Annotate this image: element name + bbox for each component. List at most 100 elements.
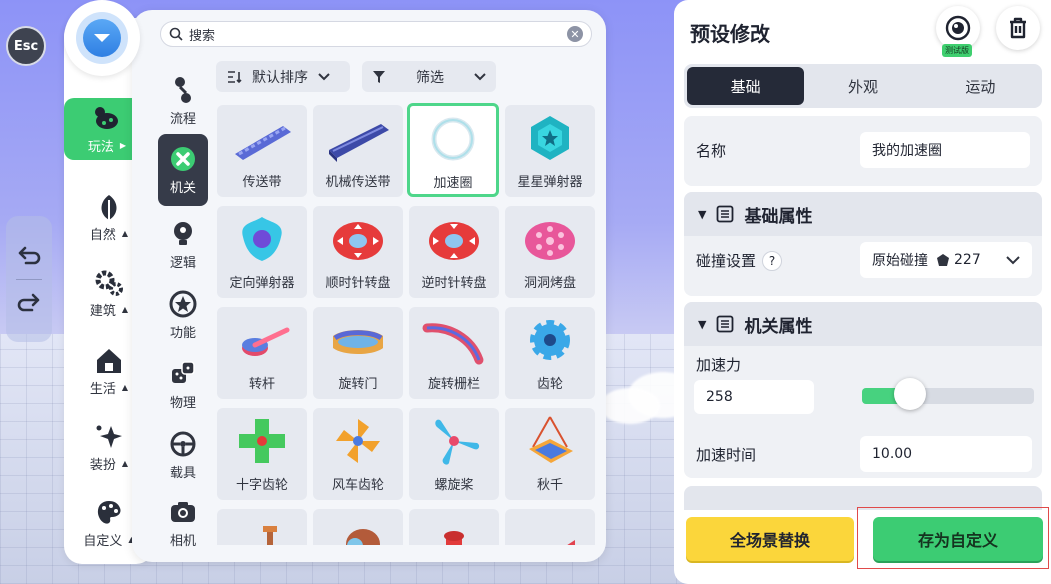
category-label: 装扮 [89, 457, 116, 473]
item-tile-revolving-door[interactable]: 旋转门 [313, 307, 403, 399]
hole-plate-icon [525, 222, 575, 260]
item-name: 秋千 [536, 478, 563, 493]
clear-search-icon[interactable]: ✕ [567, 26, 583, 42]
dice-icon [172, 361, 195, 383]
mechanism-section-header[interactable]: ▼ 机关属性 [684, 302, 1042, 346]
search-bar[interactable]: 搜索 ✕ [160, 21, 592, 47]
item-name: 机械传送带 [325, 175, 391, 190]
item-tile-swing[interactable]: 秋千 [505, 408, 595, 500]
collision-shape-icon [937, 254, 949, 266]
sort-icon [228, 70, 242, 83]
directional-launcher-icon [242, 217, 282, 261]
accel-input[interactable]: 258 [694, 380, 814, 414]
caret-up-icon: ▲ [121, 382, 129, 392]
delete-button[interactable] [996, 6, 1040, 50]
basic-section-header[interactable]: ▼ 基础属性 [684, 192, 1042, 236]
item-tile-star-launcher[interactable]: 星星弹射器 [505, 105, 595, 197]
filter-dropdown[interactable]: 筛选 [362, 61, 496, 92]
subcategory-label: 相机 [169, 534, 196, 549]
list-icon [717, 315, 734, 333]
accel-slider-knob[interactable] [894, 378, 927, 410]
caret-right-icon: ▶ [119, 140, 127, 150]
post-icon [263, 526, 277, 545]
section-title: 基础属性 [744, 206, 813, 227]
accel-slider[interactable] [862, 388, 1034, 404]
subcategory-function[interactable]: 功能 [158, 282, 208, 348]
tab-basic[interactable]: 基础 [687, 67, 805, 105]
caret-up-icon: ▲ [121, 304, 129, 314]
item-tile-hole-plate[interactable]: 洞洞烤盘 [505, 206, 595, 298]
item-tile-windmill-gear[interactable]: 风车齿轮 [313, 408, 403, 500]
sort-label: 默认排序 [252, 69, 308, 86]
item-tile-cross-gear[interactable]: 十字齿轮 [217, 408, 307, 500]
subcategory-label: 逻辑 [169, 256, 196, 271]
item-tile-gear[interactable]: 齿轮 [505, 307, 595, 399]
trash-icon [1010, 17, 1026, 39]
tab-motion[interactable]: 运动 [922, 67, 1039, 105]
flow-icon [175, 77, 191, 103]
help-icon[interactable]: ? [762, 250, 783, 271]
caret-down-icon: ▼ [698, 207, 707, 221]
esc-label: Esc [13, 38, 39, 54]
category-label: 建筑 [89, 303, 116, 319]
item-tile-ccw-turntable[interactable]: 逆时针转盘 [409, 206, 499, 298]
subcategory-logic[interactable]: 逻辑 [158, 212, 208, 278]
properties-scroll[interactable]: 名称 我的加速圈 ▼ 基础属性 碰撞设置 ? 原始碰撞 227 ▼ 机关属性 加… [684, 116, 1042, 510]
gear-icon [530, 320, 570, 360]
item-name: 加速圈 [433, 176, 473, 191]
save-custom-button[interactable]: 存为自定义 [873, 517, 1043, 561]
subcategory-label: 流程 [169, 112, 196, 127]
item-tile-partial[interactable] [217, 509, 307, 545]
search-icon [169, 27, 183, 41]
name-input[interactable]: 我的加速圈 [860, 132, 1030, 168]
replace-all-button[interactable]: 全场景替换 [686, 517, 854, 561]
subcategory-label: 物理 [169, 396, 196, 411]
item-tile-directional-launcher[interactable]: 定向弹射器 [217, 206, 307, 298]
undo-redo-panel [6, 216, 52, 342]
chevron-down-icon [1006, 255, 1020, 264]
item-tile-rotating-fence[interactable]: 旋转栅栏 [409, 307, 499, 399]
subcategory-mechanism[interactable]: 机关 [158, 134, 208, 206]
propeller-icon [435, 419, 480, 465]
tab-appearance[interactable]: 外观 [804, 67, 921, 105]
item-tile-conveyor[interactable]: 传送带 [217, 105, 307, 197]
search-input[interactable]: 搜索 [189, 25, 215, 44]
item-tile-partial[interactable] [313, 509, 403, 545]
sparkle-icon [96, 425, 122, 448]
item-name: 逆时针转盘 [421, 276, 487, 291]
item-tile-mech-conveyor[interactable]: 机械传送带 [313, 105, 403, 197]
item-name: 十字齿轮 [235, 478, 288, 493]
boost-ring-icon [431, 117, 475, 161]
collapse-button[interactable] [64, 0, 140, 76]
camera-icon [171, 502, 195, 522]
subcategory-vehicle[interactable]: 载具 [158, 422, 208, 488]
dino-icon [95, 106, 118, 129]
item-tile-rotating-bar[interactable]: 转杆 [217, 307, 307, 399]
item-tile-partial[interactable] [409, 509, 499, 545]
item-name: 顺时针转盘 [325, 276, 391, 291]
collision-select[interactable]: 原始碰撞 227 [860, 242, 1032, 278]
redo-icon[interactable] [16, 290, 42, 316]
accel-label: 加速力 [696, 356, 742, 374]
subcategory-flow[interactable]: 流程 [158, 68, 208, 134]
subcategory-camera[interactable]: 相机 [158, 490, 208, 556]
chevron-down-icon [318, 72, 330, 80]
sort-dropdown[interactable]: 默认排序 [216, 61, 350, 92]
windmill-gear-icon [336, 419, 380, 463]
item-name: 洞洞烤盘 [523, 276, 576, 291]
item-tile-cw-turntable[interactable]: 顺时针转盘 [313, 206, 403, 298]
item-tile-propeller[interactable]: 螺旋桨 [409, 408, 499, 500]
item-tile-boost-ring[interactable]: 加速圈 [407, 103, 499, 197]
item-tile-partial[interactable] [505, 509, 595, 545]
warning-sign-icon [567, 540, 575, 545]
cloud [600, 388, 660, 424]
name-label: 名称 [696, 142, 727, 160]
subcategory-label: 载具 [169, 466, 196, 481]
undo-icon[interactable] [16, 243, 42, 269]
subcategory-physics[interactable]: 物理 [158, 352, 208, 418]
esc-button[interactable]: Esc [6, 26, 46, 66]
panel-tabs: 基础 外观 运动 [684, 64, 1042, 108]
rotating-bar-icon [242, 327, 290, 356]
time-input[interactable]: 10.00 [860, 436, 1032, 472]
palette-icon [97, 500, 121, 524]
